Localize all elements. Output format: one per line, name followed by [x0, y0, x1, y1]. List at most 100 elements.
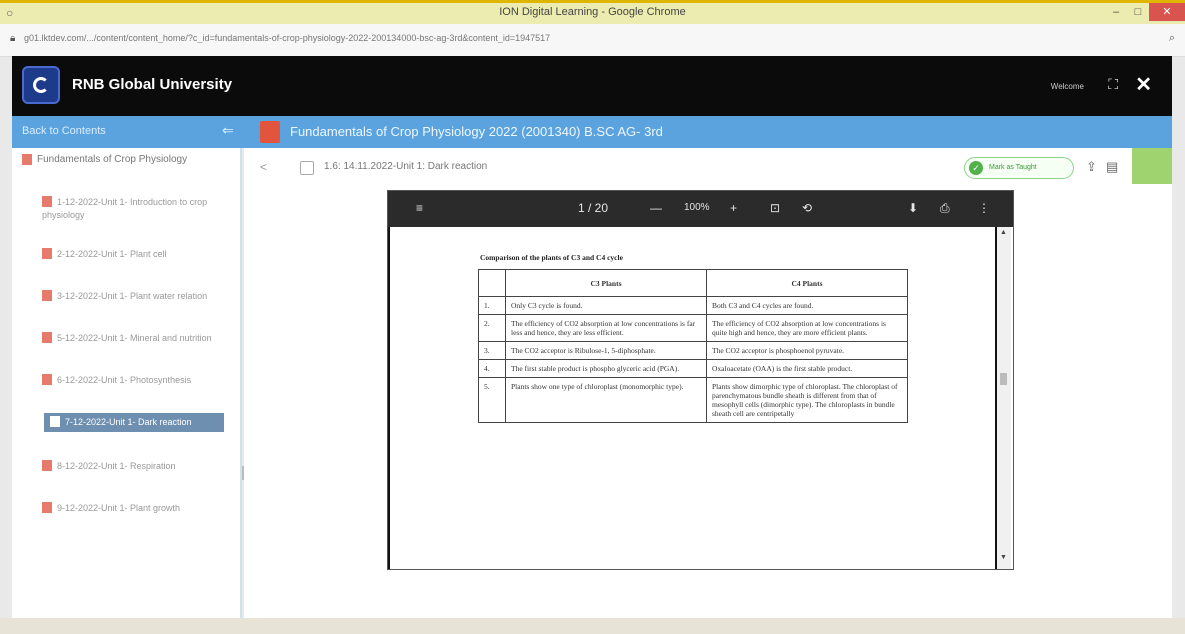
browser-titlebar: ○ ION Digital Learning - Google Chrome –…	[0, 0, 1185, 24]
scroll-thumb[interactable]	[1000, 373, 1007, 385]
list-item[interactable]: 9-12-2022-Unit 1- Plant growth	[42, 502, 232, 515]
table-cell: Oxaloacetate (OAA) is the first stable p…	[706, 359, 908, 378]
list-item[interactable]: 3-12-2022-Unit 1- Plant water relation	[42, 290, 232, 303]
list-item[interactable]: 2-12-2022-Unit 1- Plant cell	[42, 248, 232, 261]
list-item-label: 2-12-2022-Unit 1- Plant cell	[57, 249, 167, 259]
scroll-up-icon[interactable]: ▲	[1000, 229, 1007, 236]
table-row: 4. The first stable product is phospho g…	[478, 359, 908, 378]
list-item-label: 3-12-2022-Unit 1- Plant water relation	[57, 291, 208, 301]
table-cell: The efficiency of CO2 absorption at low …	[505, 314, 707, 342]
course-title: Fundamentals of Crop Physiology 2022 (20…	[290, 124, 663, 139]
zoom-level[interactable]: 100%	[684, 202, 710, 213]
list-item-label: 6-12-2022-Unit 1- Photosynthesis	[57, 375, 192, 385]
more-options-icon[interactable]: ⋮	[978, 201, 990, 215]
document-icon[interactable]: ▤	[1106, 159, 1118, 175]
table-row: 1. Only C3 cycle is found. Both C3 and C…	[478, 296, 908, 315]
list-item-label: 5-12-2022-Unit 1- Mineral and nutrition	[57, 333, 212, 343]
prev-button[interactable]: <	[260, 160, 267, 174]
university-logo	[22, 66, 60, 104]
document-heading: Comparison of the plants of C3 and C4 cy…	[480, 253, 623, 262]
user-menu[interactable]: Welcome	[1051, 82, 1084, 91]
pdf-icon	[42, 460, 52, 471]
table-cell: The first stable product is phospho glyc…	[505, 359, 707, 378]
pdf-download-icon[interactable]: ⬇	[908, 201, 918, 215]
pdf-toolbar: ≡ 1 / 20 — 100% + ⊡ ⟲ ⬇ ⎙ ⋮	[388, 191, 1013, 227]
table-header-row: C3 Plants C4 Plants	[478, 269, 908, 297]
table-cell: The CO2 acceptor is phosphoenol pyruvate…	[706, 341, 908, 360]
pdf-icon	[50, 416, 60, 427]
lesson-type-icon	[300, 161, 314, 175]
pdf-icon	[22, 154, 32, 165]
window-close-button[interactable]: ✕	[1149, 3, 1185, 21]
list-item[interactable]: 6-12-2022-Unit 1- Photosynthesis	[42, 374, 232, 387]
zoom-icon[interactable]: ⌕	[1169, 32, 1175, 45]
page-indicator[interactable]: 1 / 20	[578, 201, 608, 215]
window-controls: – □ ✕	[1105, 3, 1185, 24]
table-cell: Plants show dimorphic type of chloroplas…	[706, 377, 908, 423]
address-bar[interactable]: 🔒︎ g01.lktdev.com/.../content/content_ho…	[0, 24, 1185, 57]
pdf-viewer: ≡ 1 / 20 — 100% + ⊡ ⟲ ⬇ ⎙ ⋮ Comparison o…	[387, 190, 1014, 570]
table-row: 5. Plants show one type of chloroplast (…	[478, 377, 908, 423]
contents-sidebar: Fundamentals of Crop Physiology 1-12-202…	[12, 148, 245, 618]
window-title: ION Digital Learning - Google Chrome	[499, 6, 686, 18]
table-cell: 2.	[478, 314, 506, 342]
print-icon[interactable]: ⎙	[940, 201, 950, 216]
back-to-contents-link[interactable]: Back to Contents	[22, 125, 106, 137]
course-icon	[260, 121, 280, 143]
app-header: RNB Global University Welcome ⛶ ✕	[12, 56, 1172, 116]
table-cell: Plants show one type of chloroplast (mon…	[505, 377, 707, 423]
close-icon[interactable]: ✕	[1135, 72, 1152, 97]
table-cell: Both C3 and C4 cycles are found.	[706, 296, 908, 315]
zoom-in-button[interactable]: +	[730, 201, 737, 215]
comparison-table: C3 Plants C4 Plants 1. Only C3 cycle is …	[478, 269, 908, 423]
table-cell: 3.	[478, 341, 506, 360]
pdf-icon	[42, 332, 52, 343]
list-item[interactable]: 5-12-2022-Unit 1- Mineral and nutrition	[42, 332, 232, 345]
tree-root-item[interactable]: Fundamentals of Crop Physiology	[22, 154, 232, 165]
download-icon[interactable]: ⇪	[1086, 159, 1097, 175]
table-row: 3. The CO2 acceptor is Ribulose-1, 5-dip…	[478, 341, 908, 360]
table-cell: 4.	[478, 359, 506, 378]
list-item[interactable]: 1-12-2022-Unit 1- Introduction to crop p…	[42, 196, 232, 222]
table-row: 2. The efficiency of CO2 absorption at l…	[478, 314, 908, 342]
table-cell: The efficiency of CO2 absorption at low …	[706, 314, 908, 342]
brand-name: RNB Global University	[72, 76, 233, 93]
collapse-arrow-icon[interactable]: ⇐	[222, 122, 234, 139]
table-cell: The CO2 acceptor is Ribulose-1, 5-diphos…	[505, 341, 707, 360]
menu-icon[interactable]: ≡	[416, 201, 423, 215]
scroll-down-icon[interactable]: ▼	[1000, 554, 1007, 561]
pdf-icon	[42, 196, 52, 207]
maximize-button[interactable]: □	[1127, 3, 1149, 21]
check-icon: ✓	[969, 161, 983, 175]
lock-icon: 🔒︎	[10, 33, 16, 44]
pdf-scrollbar[interactable]: ▲ ▼	[995, 227, 1011, 569]
table-header-cell	[478, 269, 506, 297]
fit-page-icon[interactable]: ⊡	[770, 201, 780, 215]
list-item-label: 9-12-2022-Unit 1- Plant growth	[57, 503, 181, 513]
table-header-cell: C3 Plants	[505, 269, 707, 297]
next-button[interactable]	[1132, 148, 1172, 184]
list-item-label: 1-12-2022-Unit 1- Introduction to crop p…	[42, 197, 208, 220]
url-text[interactable]: g01.lktdev.com/.../content/content_home/…	[24, 33, 1144, 43]
list-item[interactable]: 8-12-2022-Unit 1- Respiration	[42, 460, 232, 473]
mark-as-taught-label: Mark as Taught	[989, 164, 1037, 171]
zoom-out-button[interactable]: —	[650, 201, 662, 215]
list-item-active[interactable]: 7-12-2022-Unit 1- Dark reaction	[44, 413, 224, 432]
pdf-icon	[42, 290, 52, 301]
list-item-label: 8-12-2022-Unit 1- Respiration	[57, 461, 176, 471]
rotate-icon[interactable]: ⟲	[802, 201, 812, 215]
fullscreen-icon[interactable]: ⛶	[1108, 76, 1118, 93]
tree-root-label: Fundamentals of Crop Physiology	[37, 154, 188, 165]
pdf-page: Comparison of the plants of C3 and C4 cy…	[388, 227, 998, 569]
bottom-edge	[0, 618, 1185, 634]
pdf-icon	[42, 502, 52, 513]
table-cell: Only C3 cycle is found.	[505, 296, 707, 315]
course-bar: Back to Contents ⇐ Fundamentals of Crop …	[12, 116, 1172, 148]
lesson-title: 1.6: 14.11.2022-Unit 1: Dark reaction	[324, 161, 488, 172]
mark-as-taught-button[interactable]: ✓ Mark as Taught	[964, 157, 1074, 179]
minimize-button[interactable]: –	[1105, 3, 1127, 21]
table-cell: 1.	[478, 296, 506, 315]
table-cell: 5.	[478, 377, 506, 423]
table-header-cell: C4 Plants	[706, 269, 908, 297]
pdf-icon	[42, 248, 52, 259]
